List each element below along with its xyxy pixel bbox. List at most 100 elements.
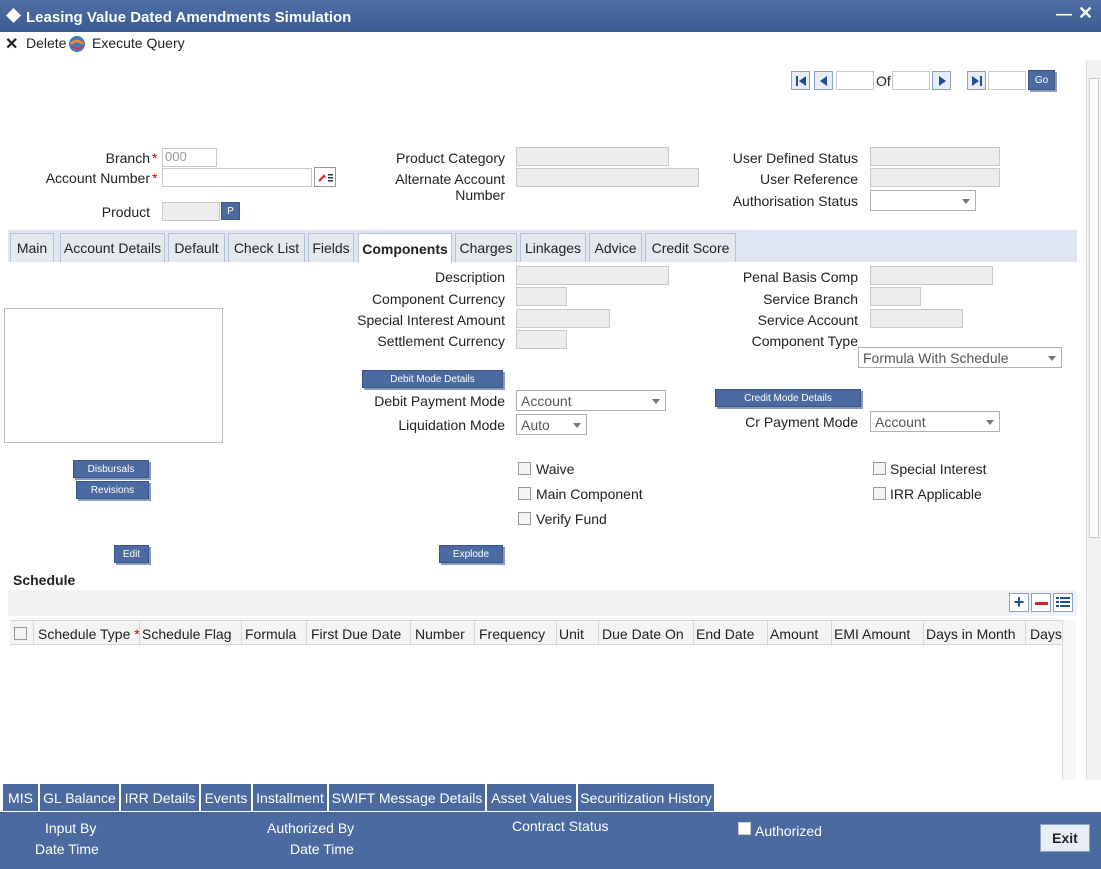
settlement-currency-field[interactable] [516, 330, 567, 349]
tab-advice[interactable]: Advice [589, 233, 642, 262]
date-time-label: Date Time [35, 841, 99, 857]
single-view-icon[interactable] [1053, 593, 1073, 612]
current-page-field[interactable] [836, 71, 874, 90]
col-emi-amount[interactable]: EMI Amount [830, 621, 924, 646]
authorisation-status-select[interactable] [870, 190, 976, 211]
first-page-icon[interactable] [791, 71, 810, 90]
col-formula[interactable]: Formula [241, 621, 307, 646]
service-branch-field[interactable] [870, 287, 921, 306]
verify-fund-checkbox[interactable] [518, 512, 531, 525]
delete-row-icon[interactable] [1031, 593, 1051, 612]
goto-page-field[interactable] [988, 71, 1026, 90]
user-defined-status-field[interactable] [870, 147, 1000, 166]
lov-icon[interactable] [314, 167, 336, 187]
input-by-label: Input By [45, 820, 97, 836]
execute-query-icon[interactable] [68, 35, 86, 53]
main-component-checkbox[interactable] [518, 487, 531, 500]
prev-page-icon[interactable] [814, 71, 833, 90]
irr-applicable-label: IRR Applicable [890, 486, 982, 502]
product-lov-button[interactable]: P [221, 202, 240, 220]
user-reference-field[interactable] [870, 168, 1000, 187]
product-category-field[interactable] [516, 147, 669, 166]
schedule-grid-header: Schedule Type * Schedule Flag Formula Fi… [10, 620, 1062, 646]
account-number-field[interactable] [162, 168, 312, 187]
required-marker: * [152, 150, 158, 166]
col-days-in-month[interactable]: Days in Month [922, 621, 1026, 646]
penal-basis-comp-field[interactable] [870, 266, 993, 285]
add-row-icon[interactable]: + [1009, 593, 1029, 612]
waive-checkbox[interactable] [518, 462, 531, 475]
go-button[interactable]: Go [1028, 70, 1055, 90]
tab-mis[interactable]: MIS [3, 784, 39, 811]
col-number[interactable]: Number [411, 621, 475, 646]
debit-payment-mode-label: Debit Payment Mode [374, 393, 505, 409]
tab-events[interactable]: Events [201, 784, 252, 811]
revisions-button[interactable]: Revisions [76, 481, 149, 499]
service-account-field[interactable] [870, 309, 963, 328]
exit-button[interactable]: Exit [1040, 824, 1090, 852]
tab-account-details[interactable]: Account Details [60, 233, 165, 262]
tab-gl-balance[interactable]: GL Balance [40, 784, 120, 811]
tab-components[interactable]: Components [358, 233, 452, 263]
edit-button[interactable]: Edit [114, 545, 149, 563]
tab-securitization-history[interactable]: Securitization History [578, 784, 715, 811]
authorized-checkbox[interactable] [738, 822, 751, 835]
alternate-account-field[interactable] [516, 168, 699, 187]
component-type-select[interactable]: Formula With Schedule [858, 347, 1062, 368]
tab-installment[interactable]: Installment [253, 784, 328, 811]
special-interest-amount-field[interactable] [516, 309, 610, 328]
col-unit[interactable]: Unit [555, 621, 599, 646]
explode-button[interactable]: Explode [439, 545, 503, 563]
product-category-label: Product Category [396, 150, 505, 166]
tab-credit-score[interactable]: Credit Score [645, 233, 736, 262]
col-schedule-type[interactable]: Schedule Type * [34, 621, 140, 646]
cr-payment-mode-select[interactable]: Account [870, 411, 1000, 432]
service-account-label: Service Account [757, 312, 858, 328]
credit-mode-details-button[interactable]: Credit Mode Details [715, 389, 861, 407]
col-days[interactable]: Days [1026, 621, 1062, 646]
tab-default[interactable]: Default [168, 233, 225, 262]
total-pages-field[interactable] [892, 71, 930, 90]
liquidation-mode-select[interactable]: Auto [516, 414, 587, 435]
product-field[interactable] [162, 202, 220, 221]
delete-button[interactable]: Delete [26, 35, 66, 51]
toolbar: ✕ Delete Execute Query [0, 32, 1101, 56]
tab-irr-details[interactable]: IRR Details [121, 784, 200, 811]
title-bar: Leasing Value Dated Amendments Simulatio… [0, 0, 1101, 32]
last-page-icon[interactable] [967, 71, 986, 90]
main-scrollbar[interactable] [1086, 60, 1101, 780]
cr-payment-mode-label: Cr Payment Mode [745, 414, 858, 430]
tab-check-list[interactable]: Check List [228, 233, 305, 262]
col-frequency[interactable]: Frequency [475, 621, 557, 646]
col-amount[interactable]: Amount [766, 621, 832, 646]
tab-fields[interactable]: Fields [308, 233, 354, 262]
next-page-icon[interactable] [932, 71, 951, 90]
penal-basis-comp-label: Penal Basis Comp [742, 269, 858, 285]
debit-payment-mode-select[interactable]: Account [516, 390, 666, 411]
alternate-account-label: Alternate Account [395, 171, 505, 187]
select-all-checkbox[interactable] [14, 627, 27, 640]
col-first-due-date[interactable]: First Due Date [307, 621, 411, 646]
special-interest-checkbox[interactable] [873, 462, 886, 475]
tab-main[interactable]: Main [10, 233, 54, 262]
component-list[interactable] [4, 308, 223, 443]
tab-charges[interactable]: Charges [455, 233, 517, 262]
close-icon[interactable]: ✕ [1078, 3, 1093, 24]
component-currency-field[interactable] [516, 287, 567, 306]
disbursals-button[interactable]: Disbursals [73, 460, 149, 478]
irr-applicable-checkbox[interactable] [873, 487, 886, 500]
tab-swift-message-details[interactable]: SWIFT Message Details [329, 784, 486, 811]
delete-icon[interactable]: ✕ [5, 34, 18, 54]
grid-scrollbar[interactable] [1062, 620, 1076, 780]
execute-query-button[interactable]: Execute Query [92, 35, 185, 51]
branch-field[interactable]: 000 [162, 148, 217, 167]
col-end-date[interactable]: End Date [692, 621, 768, 646]
col-schedule-flag[interactable]: Schedule Flag [138, 621, 242, 646]
col-due-date-on[interactable]: Due Date On [598, 621, 694, 646]
tab-linkages[interactable]: Linkages [520, 233, 586, 262]
authorized-label: Authorized [755, 823, 822, 839]
description-field[interactable] [516, 266, 669, 285]
tab-asset-values[interactable]: Asset Values [487, 784, 577, 811]
minimize-icon[interactable]: — [1056, 6, 1072, 24]
debit-mode-details-button[interactable]: Debit Mode Details [362, 370, 503, 388]
